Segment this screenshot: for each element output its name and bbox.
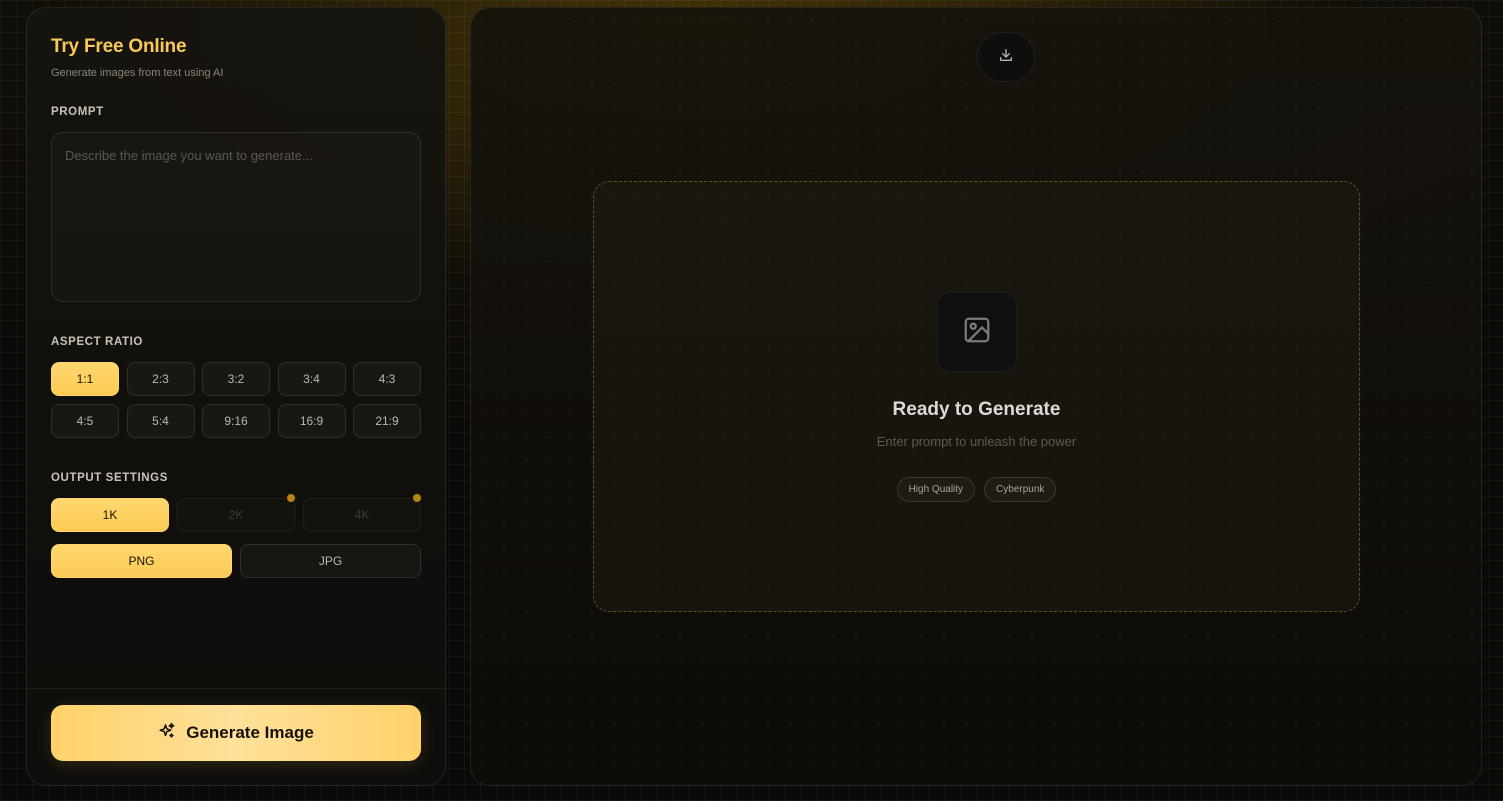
settings-panel: Try Free Online Generate images from tex… <box>26 7 446 786</box>
prompt-input[interactable] <box>51 132 421 302</box>
aspect-ratio-option-2-3[interactable]: 2:3 <box>126 362 195 396</box>
aspect-ratio-option-9-16[interactable]: 9:16 <box>202 404 270 438</box>
panel-title: Try Free Online <box>51 36 187 57</box>
tag-cyberpunk[interactable]: Cyberpunk <box>984 477 1057 502</box>
sparkles-icon <box>158 722 176 745</box>
preview-panel: Ready to Generate Enter prompt to unleas… <box>470 7 1482 786</box>
tag-high-quality[interactable]: High Quality <box>896 477 976 502</box>
resolution-option-1k[interactable]: 1K <box>51 498 169 532</box>
prompt-label: PROMPT <box>51 106 104 118</box>
aspect-ratio-option-21-9[interactable]: 21:9 <box>353 404 421 438</box>
resolution-options: 1K 2K 4K <box>51 494 421 532</box>
divider <box>27 688 445 689</box>
aspect-ratio-option-4-3[interactable]: 4:3 <box>353 362 421 396</box>
preview-drop-zone: Ready to Generate Enter prompt to unleas… <box>593 181 1360 612</box>
aspect-ratio-option-3-2[interactable]: 3:2 <box>202 362 270 396</box>
image-icon <box>962 315 992 350</box>
format-option-png[interactable]: PNG <box>51 544 232 578</box>
image-placeholder <box>937 292 1017 372</box>
tag-list: High Quality Cyberpunk <box>594 477 1359 502</box>
aspect-ratio-options: 1:1 2:3 3:2 3:4 4:3 4:5 5:4 9:16 16:9 21… <box>51 362 421 438</box>
panel-subtitle: Generate images from text using AI <box>51 67 224 79</box>
aspect-ratio-option-3-4[interactable]: 3:4 <box>277 362 346 396</box>
aspect-ratio-option-1-1[interactable]: 1:1 <box>51 362 119 396</box>
aspect-ratio-option-4-5[interactable]: 4:5 <box>51 404 119 438</box>
resolution-option-label: 4K <box>354 508 370 522</box>
resolution-option-label: 2K <box>228 508 244 522</box>
resolution-option-4k[interactable]: 4K <box>303 494 421 532</box>
generate-button-label: Generate Image <box>186 723 314 742</box>
empty-state-subtitle: Enter prompt to unleash the power <box>876 434 1077 449</box>
format-options: PNG JPG <box>51 544 421 578</box>
aspect-ratio-option-5-4[interactable]: 5:4 <box>126 404 195 438</box>
download-button[interactable] <box>977 32 1035 82</box>
premium-indicator-dot <box>413 494 421 502</box>
premium-indicator-dot <box>287 494 295 502</box>
generate-image-button[interactable]: Generate Image <box>51 705 421 761</box>
download-icon <box>998 47 1014 68</box>
resolution-option-2k[interactable]: 2K <box>177 494 295 532</box>
format-option-jpg[interactable]: JPG <box>240 544 421 578</box>
empty-state-title: Ready to Generate <box>892 399 1061 420</box>
resolution-option-label: 1K <box>102 508 118 522</box>
output-settings-label: OUTPUT SETTINGS <box>51 472 168 484</box>
aspect-ratio-option-16-9[interactable]: 16:9 <box>277 404 346 438</box>
aspect-ratio-label: ASPECT RATIO <box>51 336 143 348</box>
